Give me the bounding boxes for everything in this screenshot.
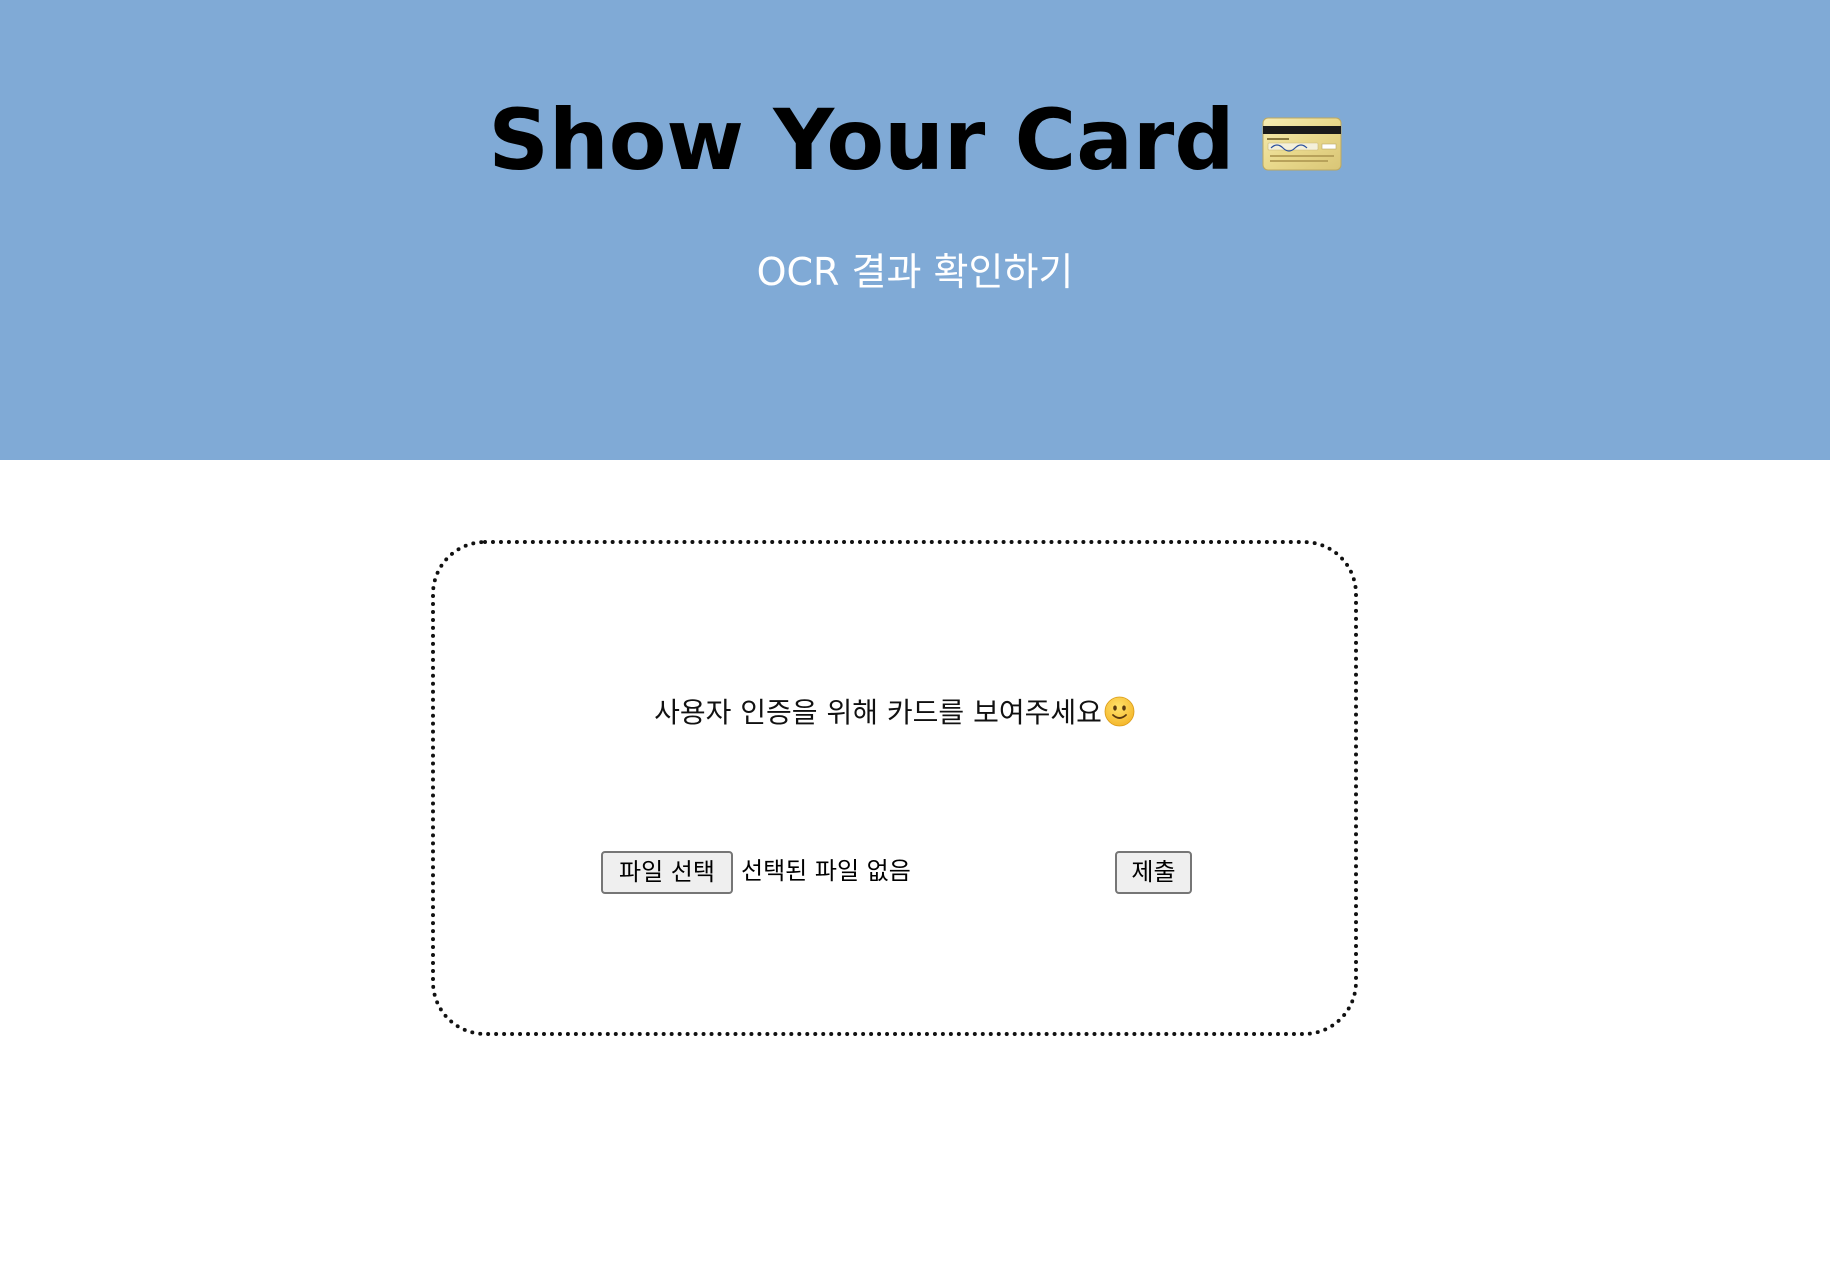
choose-file-button[interactable]: 파일 선택 — [601, 851, 733, 894]
header-banner: Show Your Card OCR 결과 확인하기 — [0, 0, 1830, 460]
page-title: Show Your Card — [488, 91, 1235, 189]
upload-prompt: 사용자 인증을 위해 카드를 보여주세요 — [435, 691, 1354, 735]
upload-prompt-text: 사용자 인증을 위해 카드를 보여주세요 — [654, 696, 1102, 729]
upload-dropzone: 사용자 인증을 위해 카드를 보여주세요 파일 선택 선택된 파일 없음 제출 — [431, 540, 1358, 1036]
file-status-label: 선택된 파일 없음 — [741, 857, 911, 885]
credit-card-icon — [1262, 117, 1342, 171]
page-subtitle: OCR 결과 확인하기 — [756, 250, 1074, 294]
submit-button[interactable]: 제출 — [1115, 851, 1192, 894]
smiling-face-icon — [1104, 696, 1135, 727]
title-row: Show Your Card — [0, 90, 1830, 190]
